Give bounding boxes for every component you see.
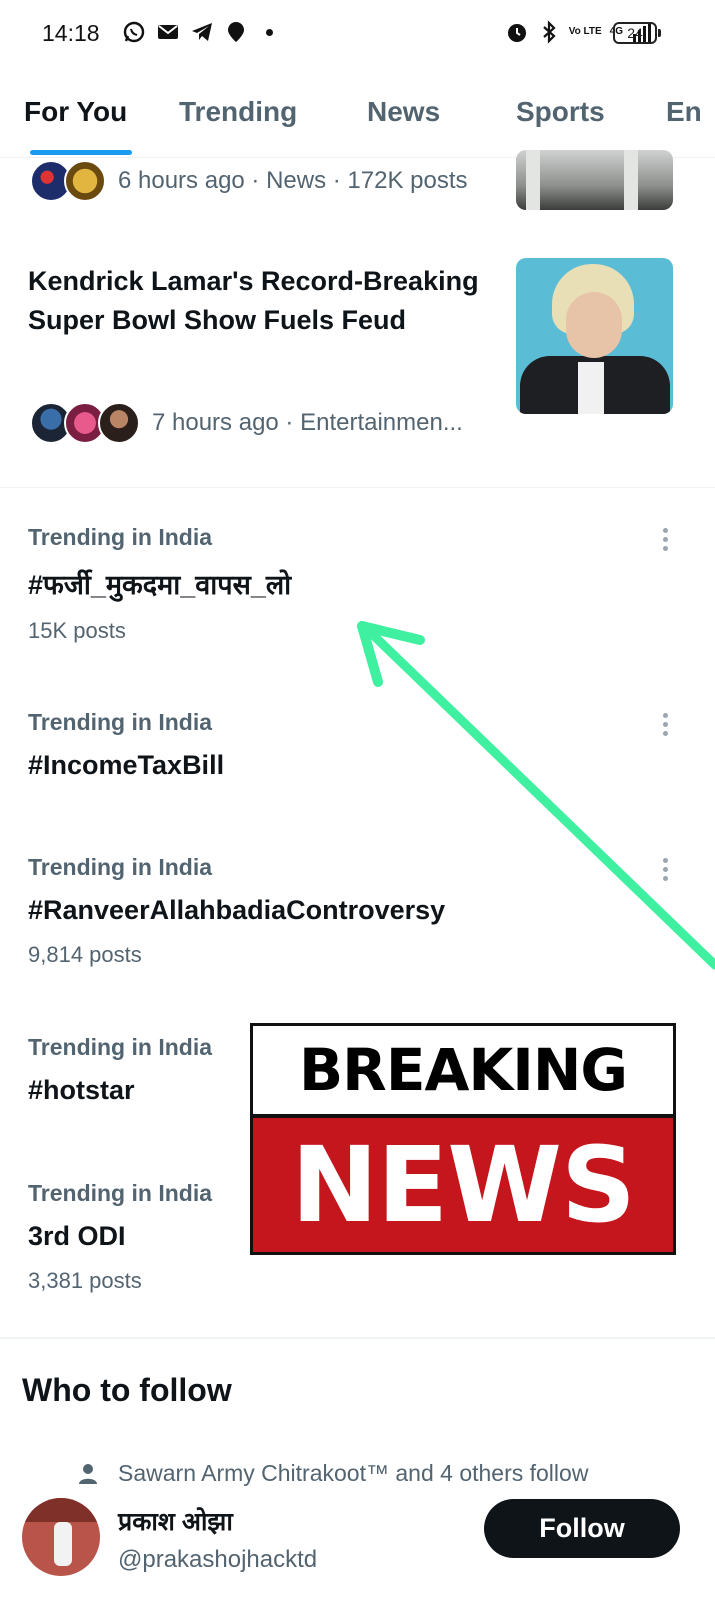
notification-icons [122, 20, 273, 44]
news-thumbnail[interactable] [516, 258, 673, 414]
user-handle: @prakashojhacktd [118, 1546, 318, 1573]
avatar [64, 160, 106, 202]
location-icon [228, 22, 244, 42]
person-icon [79, 1463, 97, 1484]
more-options-icon[interactable] [657, 526, 673, 556]
battery-icon: 24 [613, 22, 661, 44]
section-divider [0, 487, 715, 488]
tab-sports[interactable]: Sports [516, 96, 605, 128]
bluetooth-icon [542, 20, 556, 44]
social-context: Sawarn Army Chitrakoot™ and 4 others fol… [78, 1460, 588, 1487]
arrow-annotation [357, 621, 715, 970]
news-item-meta[interactable]: 7 hours ago · Entertainmen... [30, 402, 463, 444]
avatar[interactable] [22, 1498, 100, 1576]
trend-context: Trending in India [28, 524, 212, 550]
news-item-meta[interactable]: 6 hours ago · News · 172K posts [30, 160, 468, 202]
breaking-news-banner: BREAKING NEWS [250, 1023, 676, 1255]
avatar [98, 402, 140, 444]
tab-indicator [30, 150, 132, 155]
alarm-icon [507, 24, 526, 42]
section-divider [0, 1337, 715, 1339]
tab-entertainment[interactable]: En [666, 96, 702, 128]
mail-icon [158, 25, 178, 39]
user-name[interactable]: प्रकाश ओझा [118, 1504, 233, 1538]
news-meta-text: 7 hours ago · Entertainmen... [152, 409, 463, 436]
trend-name: #फर्जी_मुकदमा_वापस_लो [28, 570, 292, 600]
avatar-group [30, 160, 106, 202]
telegram-icon [192, 23, 212, 41]
tab-trending[interactable]: Trending [179, 96, 297, 128]
follow-button[interactable]: Follow [484, 1499, 680, 1558]
news-label: NEWS [291, 1124, 636, 1246]
status-time: 14:18 [42, 20, 100, 46]
news-label-box: NEWS [253, 1118, 673, 1252]
social-context-text: Sawarn Army Chitrakoot™ and 4 others fol… [118, 1460, 589, 1486]
news-headline[interactable]: Kendrick Lamar's Record-Breaking Super B… [28, 262, 488, 340]
trend-post-count: 3,381 posts [28, 1268, 142, 1293]
whatsapp-icon [123, 21, 145, 43]
volte-label: Vo LTE [568, 26, 602, 37]
who-to-follow-title: Who to follow [22, 1372, 232, 1408]
tab-for-you[interactable]: For You [24, 96, 127, 128]
news-meta-text: 6 hours ago · News · 172K posts [118, 167, 468, 194]
news-thumbnail[interactable] [516, 150, 673, 210]
status-bar: 14:18 Vo LTE 4G 24 [0, 0, 715, 70]
breaking-label: BREAKING [298, 1036, 628, 1104]
explore-tabs: For You Trending News Sports En [0, 70, 715, 158]
tab-news[interactable]: News [367, 96, 440, 128]
breaking-label-box: BREAKING [253, 1026, 673, 1114]
dot-icon [266, 28, 273, 36]
avatar-group [30, 402, 140, 444]
